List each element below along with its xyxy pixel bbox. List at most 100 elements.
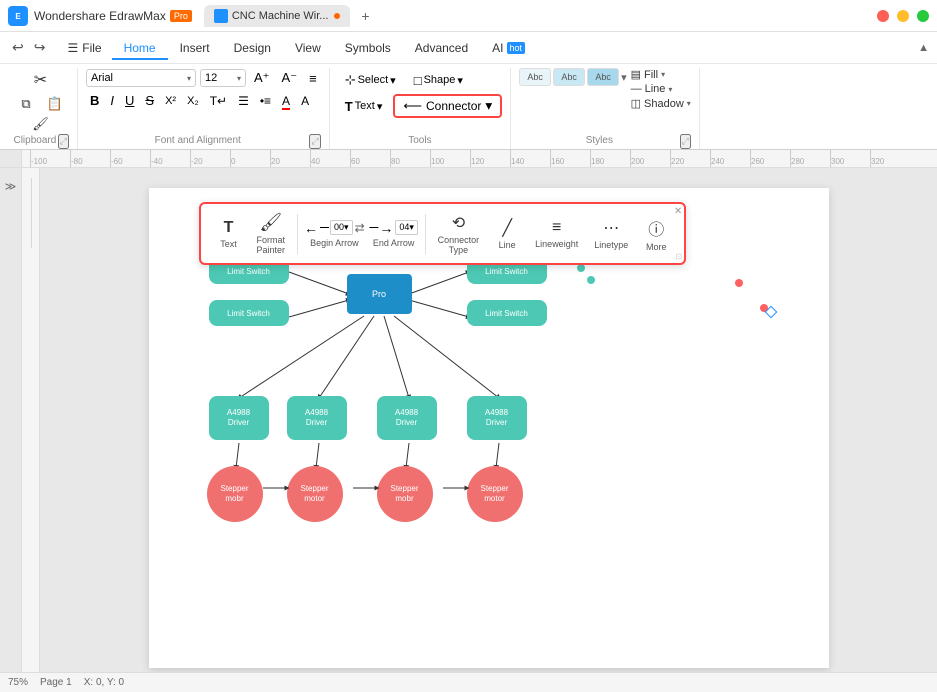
font-color-button[interactable]: A	[278, 92, 294, 110]
cut-button[interactable]: ✂	[12, 68, 69, 93]
ft-end-arrow-label: End Arrow	[373, 238, 415, 248]
ruler-mark: -100	[30, 150, 70, 168]
ruler-mark: -80	[70, 150, 110, 168]
subscript-button[interactable]: X₂	[183, 93, 203, 109]
undo-button[interactable]: ↩	[8, 37, 28, 58]
styles-group-content: Abc Abc Abc ▾ ▤ Fill	[519, 68, 691, 133]
line-option[interactable]: — Line ▾	[631, 83, 691, 95]
text-align-button[interactable]: ≡	[305, 69, 321, 88]
select-button[interactable]: ⊹ Select ▾	[338, 68, 403, 92]
ft-connector-type-button[interactable]: ⟲ ConnectorType	[432, 211, 486, 257]
highlight-button[interactable]: A	[297, 92, 313, 110]
list-button[interactable]: ☰	[234, 92, 253, 110]
collapse-button[interactable]: ≫	[3, 176, 19, 197]
fill-icon: ▤	[631, 68, 641, 81]
select-arrow: ▾	[390, 74, 396, 87]
ft-format-painter-button[interactable]: 🖌 FormatPainter	[251, 210, 292, 257]
canvas-area[interactable]: ✕ T Text 🖌 FormatPainter ← ⎯⎯	[40, 168, 937, 672]
connector-label: Connector	[426, 99, 481, 113]
font-expand[interactable]: ⤢	[309, 134, 320, 149]
fill-option[interactable]: ▤ Fill ▾	[631, 68, 691, 81]
minimize-button[interactable]	[897, 10, 909, 22]
tab-view[interactable]: View	[283, 37, 333, 59]
paste-button[interactable]: 📋	[41, 95, 69, 113]
node-stepper-1[interactable]: Steppermobr	[207, 466, 263, 522]
node-stepper-2[interactable]: Steppermotor	[287, 466, 343, 522]
ft-end-arrow-value: 04	[399, 222, 409, 232]
ft-more-button[interactable]: ⓘ More	[638, 214, 674, 254]
superscript-button[interactable]: X²	[161, 93, 180, 109]
font-family-arrow: ▾	[187, 74, 191, 83]
increase-font-button[interactable]: A⁺	[250, 68, 274, 88]
node-stepper-4[interactable]: Steppermotor	[467, 466, 523, 522]
format-painter-button[interactable]: 🖌	[12, 115, 69, 133]
node-driver-1[interactable]: A4988Driver	[209, 396, 269, 440]
tab-ai[interactable]: AI hot	[480, 37, 537, 59]
wrap-text-button[interactable]: T↵	[206, 92, 231, 110]
shape-button[interactable]: □ Shape ▾	[407, 69, 470, 92]
swatch-1[interactable]: Abc	[519, 68, 551, 86]
shadow-option[interactable]: ◫ Shadow ▾	[631, 97, 691, 110]
connector-button[interactable]: ⟵ Connector ▾	[393, 94, 502, 118]
font-alignment-label: Font and Alignment	[86, 133, 309, 149]
swatch-2[interactable]: Abc	[553, 68, 585, 86]
swatch-3[interactable]: Abc	[587, 68, 619, 86]
font-family-select[interactable]: Arial ▾	[86, 69, 196, 87]
ft-linetype-button[interactable]: ⋯ Linetype	[588, 216, 634, 252]
ft-resize-handle[interactable]: ⊡	[676, 252, 683, 261]
font-size-select[interactable]: 12 ▾	[200, 69, 246, 87]
clipboard-expand[interactable]: ⤢	[58, 134, 69, 149]
ft-connector-type-label: ConnectorType	[438, 235, 480, 255]
tab-home[interactable]: Home	[112, 37, 168, 59]
clipboard-group: ✂ ⧉ 📋 🖌 Clipboard	[4, 68, 78, 149]
tab-inactive[interactable]: CNC Machine Wir...	[204, 5, 351, 27]
node-stepper-3[interactable]: Steppermobr	[377, 466, 433, 522]
tab-design[interactable]: Design	[222, 37, 283, 59]
bold-button[interactable]: B	[86, 91, 103, 110]
file-tab[interactable]: ☰ File	[57, 37, 111, 59]
styles-expand[interactable]: ⤢	[680, 134, 691, 149]
tab-advanced[interactable]: Advanced	[403, 37, 480, 59]
shape-icon: □	[414, 73, 422, 88]
node-limit-switch-4[interactable]: Limit Switch	[467, 300, 547, 326]
ruler-mark: 160	[550, 150, 590, 168]
node-pro[interactable]: Pro	[347, 274, 412, 314]
ribbon-collapse-button[interactable]: ▲	[918, 42, 929, 54]
main-area: ≫ ⎯⎯⎯⎯⎯⎯⎯⎯⎯⎯⎯⎯⎯⎯⎯⎯⎯⎯⎯⎯ ✕ T Text 🖌 Format…	[0, 168, 937, 672]
ft-end-arrow-row: ⎯⎯ → 04▾	[369, 220, 418, 236]
canvas-page[interactable]: ✕ T Text 🖌 FormatPainter ← ⎯⎯	[149, 188, 829, 668]
ft-text-button[interactable]: T Text	[211, 217, 247, 251]
new-tab-button[interactable]: +	[354, 5, 376, 27]
bullet-button[interactable]: •≡	[256, 92, 275, 110]
italic-button[interactable]: I	[106, 91, 118, 110]
copy-button[interactable]: ⧉	[12, 95, 40, 113]
ft-begin-arrow-dropdown[interactable]: 00▾	[330, 220, 353, 235]
copy-icon: ⧉	[21, 96, 30, 112]
close-button[interactable]	[877, 10, 889, 22]
quick-access-toolbar: ↩ ↪	[8, 37, 49, 58]
node-limit-switch-2[interactable]: Limit Switch	[209, 300, 289, 326]
redo-button[interactable]: ↪	[30, 37, 50, 58]
text-arrow: ▾	[377, 100, 383, 113]
diagram[interactable]: Limit Switch Limit Switch Pro Limit Swit…	[169, 248, 809, 668]
node-driver-4[interactable]: A4988Driver	[467, 396, 527, 440]
ft-begin-arrow-label: Begin Arrow	[310, 238, 359, 248]
ft-more-label: More	[646, 242, 667, 252]
ft-end-arrow-dropdown[interactable]: 04▾	[395, 220, 418, 235]
styles-label: Styles	[519, 133, 680, 149]
styles-more-button[interactable]: ▾	[621, 68, 627, 86]
ft-line-button[interactable]: ╱ Line	[489, 216, 525, 252]
ft-format-painter-label: FormatPainter	[257, 235, 286, 255]
node-driver-2[interactable]: A4988Driver	[287, 396, 347, 440]
tab-symbols[interactable]: Symbols	[333, 37, 403, 59]
tab-insert[interactable]: Insert	[168, 37, 222, 59]
text-button[interactable]: T Text ▾	[338, 95, 390, 118]
page-info: Page 1	[40, 677, 72, 688]
decrease-font-button[interactable]: A⁻	[278, 68, 302, 88]
underline-button[interactable]: U	[121, 91, 138, 110]
maximize-button[interactable]	[917, 10, 929, 22]
node-driver-3[interactable]: A4988Driver	[377, 396, 437, 440]
floating-toolbar-close[interactable]: ✕	[674, 206, 682, 217]
ft-lineweight-button[interactable]: ≡ Lineweight	[529, 217, 584, 251]
strikethrough-button[interactable]: S	[141, 91, 158, 110]
